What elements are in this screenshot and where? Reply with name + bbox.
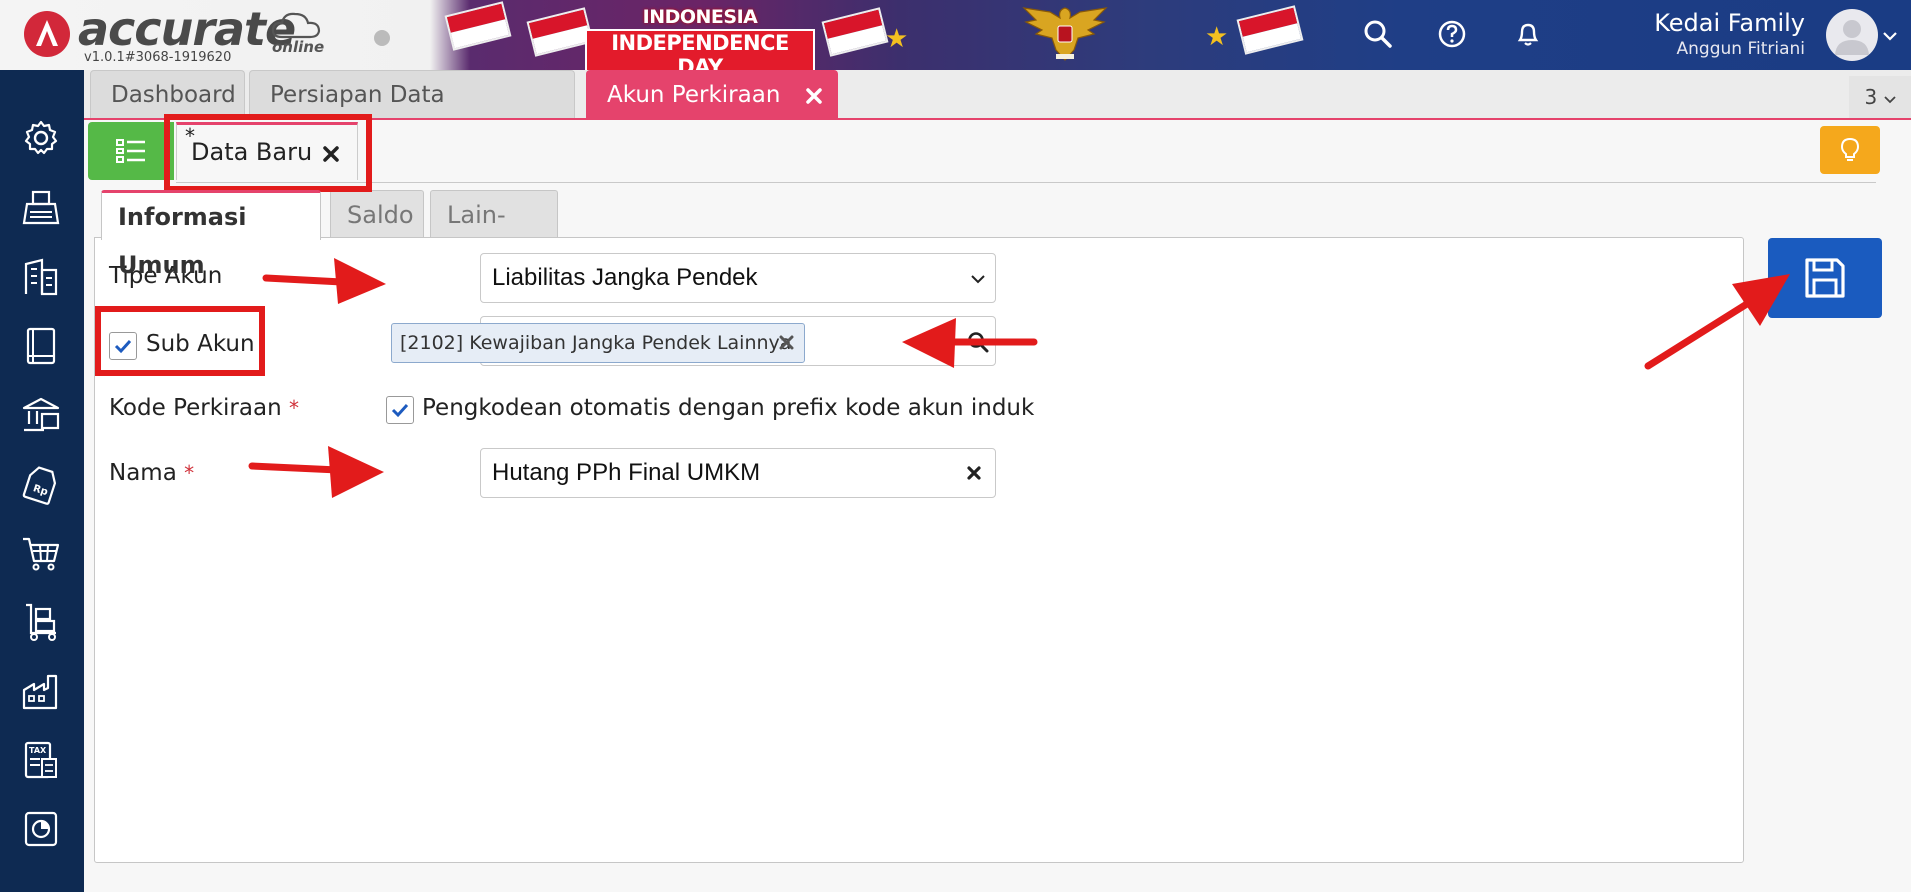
bell-icon[interactable] [1512,18,1544,50]
svg-text:TAX: TAX [29,746,47,755]
star-decoration: ★ [1205,22,1229,52]
brand-subtitle: online [272,38,325,56]
annotation-highlight-box [164,114,372,192]
sidebar: Rp TAX [0,70,84,892]
checkmark-icon [391,403,409,418]
app-header: accurate online v1.0.1#3068-1919620 ★ ★ … [0,0,1911,81]
price-tag-icon[interactable]: Rp [20,463,62,505]
parent-account-tag[interactable]: [2102] Kewajiban Jangka Pendek Lainnya [391,323,805,363]
nama-text: Nama [109,460,177,486]
nama-input[interactable]: Hutang PPh Final UMKM [480,448,996,498]
clear-icon[interactable] [967,466,981,480]
chevron-down-icon [1883,96,1896,104]
lightbulb-icon [1840,137,1860,161]
status-dot [374,30,390,46]
tab-label: Dashboard [111,82,236,108]
cart-icon[interactable] [20,532,62,574]
kode-perkiraan-label: Kode Perkiraan * [109,395,299,421]
tipe-akun-select[interactable]: Liabilitas Jangka Pendek [480,253,996,303]
tipe-akun-value: Liabilitas Jangka Pendek [492,264,758,291]
tab-saldo[interactable]: Saldo [330,190,424,238]
chevron-down-icon[interactable] [1883,26,1897,45]
search-icon[interactable] [1362,18,1394,50]
tab-count: 3 [1864,85,1878,109]
list-view-button[interactable] [88,122,174,180]
parent-account-value: [2102] Kewajiban Jangka Pendek Lainnya [400,332,792,354]
tab-count-dropdown[interactable]: 3 [1849,76,1911,118]
book-icon[interactable] [20,325,62,367]
main-tab-bar: Dashboard Persiapan Data Perusahaan Akun… [84,70,1911,156]
bank-icon[interactable] [20,394,62,436]
svg-text:Rp: Rp [32,483,50,498]
flag-decoration [444,1,512,51]
required-mark: * [184,461,195,485]
tab-dashboard[interactable]: Dashboard [90,70,245,118]
star-decoration: ★ [885,24,909,54]
annotation-arrow-icon [262,258,386,304]
flag-decoration [821,7,889,57]
gear-icon[interactable] [20,117,62,159]
tab-label: Saldo [347,201,414,229]
factory-icon[interactable] [20,670,62,712]
tab-persiapan-data-perusahaan[interactable]: Persiapan Data Perusahaan [249,70,575,156]
building-icon[interactable] [20,256,62,298]
help-icon[interactable] [1436,18,1468,50]
annotation-arrow-icon [1644,274,1790,370]
auto-code-label[interactable]: Pengkodean otomatis dengan prefix kode a… [422,395,1034,421]
tab-lain-lain[interactable]: Lain-lain [430,190,558,277]
close-icon[interactable] [805,87,823,105]
list-icon [116,139,145,163]
annotation-arrow-icon [902,318,1038,368]
floppy-disk-icon [1805,258,1845,298]
nama-label: Nama * [109,460,194,486]
flag-decoration [1236,5,1304,55]
remove-tag-icon[interactable] [779,335,794,350]
tips-button[interactable] [1820,126,1880,174]
company-name[interactable]: Kedai Family [1654,9,1805,37]
accurate-logo-icon [24,11,70,57]
divider [176,182,1876,183]
tax-icon[interactable]: TAX [20,739,62,781]
brand-name: accurate [78,2,296,56]
avatar[interactable] [1826,9,1878,61]
user-name[interactable]: Anggun Fitriani [1677,39,1806,59]
annotation-arrow-icon [248,446,384,498]
tab-akun-perkiraan[interactable]: Akun Perkiraan [586,70,838,118]
banner-title: INDONESIA [642,6,758,28]
annotation-highlight-box [95,306,265,376]
tab-label: Akun Perkiraan [607,82,781,108]
hand-truck-icon[interactable] [20,601,62,643]
garuda-emblem-icon [1022,7,1108,61]
fax-icon[interactable] [20,187,62,229]
app-version: v1.0.1#3068-1919620 [84,50,232,65]
chevron-down-icon [971,275,985,284]
tab-informasi-umum[interactable]: Informasi Umum [101,190,321,279]
report-icon[interactable] [20,808,62,850]
nama-value: Hutang PPh Final UMKM [492,459,761,486]
auto-code-checkbox[interactable] [386,396,414,424]
cloud-icon [271,12,321,39]
kode-perkiraan-text: Kode Perkiraan [109,395,282,421]
required-mark: * [288,396,299,420]
flag-decoration [526,7,594,57]
